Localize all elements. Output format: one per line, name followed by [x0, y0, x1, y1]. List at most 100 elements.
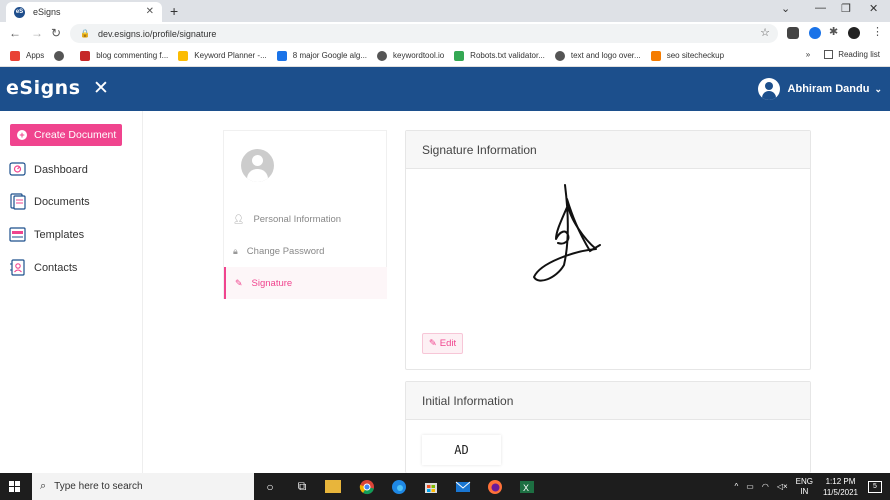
bookmark-apps[interactable]: Apps	[10, 50, 44, 61]
close-menu-icon[interactable]: ✕	[93, 77, 109, 100]
profile-menu-change-password[interactable]: 🔒︎ Change Password	[224, 235, 387, 267]
tab-title: eSigns	[33, 7, 61, 17]
bookmark-item[interactable]: Keyword Planner -...	[178, 50, 267, 61]
new-tab-icon[interactable]: +	[170, 3, 178, 19]
browser-menu-icon[interactable]: ⋮	[872, 25, 884, 38]
app-header: eSigns ✕ Abhiram Dandu ⌄	[0, 67, 890, 111]
bookmark-item[interactable]: text and logo over...	[554, 50, 641, 61]
bookmark-item[interactable]: blog commenting f...	[80, 50, 169, 61]
back-icon[interactable]: ←	[9, 26, 21, 40]
extension-seo-icon[interactable]	[809, 27, 821, 39]
user-avatar-icon	[757, 78, 780, 100]
mail-icon[interactable]	[453, 477, 473, 496]
more-bookmarks-chevron[interactable]: »	[806, 50, 810, 59]
firefox-icon[interactable]	[485, 477, 505, 496]
profile-avatar-icon[interactable]	[848, 27, 860, 39]
signature-card: Signature Information ✎ Edit	[405, 130, 811, 370]
cortana-icon[interactable]: ○	[260, 477, 280, 496]
documents-icon	[10, 193, 26, 210]
search-icon: ⌕	[40, 480, 47, 492]
bookmark-label: Keyword Planner -...	[194, 51, 267, 60]
excel-icon[interactable]: X	[517, 477, 537, 496]
apps-grid-icon	[10, 50, 20, 61]
minimize-icon[interactable]: —	[815, 2, 826, 14]
battery-icon[interactable]: ▭	[746, 482, 754, 491]
dashboard-icon	[9, 162, 26, 176]
bookmark-item[interactable]	[54, 50, 70, 61]
browser-tab[interactable]: eS eSigns ✕	[6, 2, 162, 22]
bookmark-label: blog commenting f...	[96, 51, 169, 60]
sidebar-item-documents[interactable]: Documents	[9, 193, 90, 210]
edit-signature-button[interactable]: ✎ Edit	[422, 333, 463, 354]
google-ads-icon	[178, 50, 189, 61]
sidebar-item-templates[interactable]: Templates	[9, 226, 84, 243]
chrome-icon[interactable]	[357, 477, 377, 496]
tab-search-chevron-icon[interactable]: ⌄	[781, 2, 790, 15]
sidebar: + Create Document Dashboard Documents Te…	[0, 111, 143, 473]
globe-icon	[554, 50, 565, 61]
profile-menu-signature[interactable]: ✎ Signature	[224, 267, 387, 299]
restore-icon[interactable]: ❐	[841, 2, 851, 15]
signature-card-title: Signature Information	[406, 131, 810, 169]
esigns-logo[interactable]: eSigns	[6, 77, 81, 99]
globe-icon	[54, 50, 65, 61]
profile-menu-card: 👤︎ Personal Information 🔒︎ Change Passwo…	[223, 130, 387, 299]
create-document-button[interactable]: + Create Document	[10, 124, 122, 146]
pen-icon: ✎	[235, 277, 243, 288]
tray-chevron-up-icon[interactable]: ^	[735, 482, 739, 491]
browser-tab-strip: eS eSigns ✕ + ⌄ — ❐ ✕	[0, 0, 890, 22]
taskbar-search[interactable]: ⌕ Type here to search	[32, 473, 254, 500]
bookmark-star-icon[interactable]: ☆	[760, 26, 770, 39]
volume-icon[interactable]: ◁×	[777, 482, 788, 491]
bookmark-label: Robots.txt validator...	[470, 51, 545, 60]
edit-label: Edit	[439, 338, 457, 349]
bookmarks-bar: Apps blog commenting f... Keyword Planne…	[0, 45, 890, 67]
bookmark-item[interactable]: 8 major Google alg...	[276, 50, 368, 61]
sidebar-item-contacts[interactable]: Contacts	[9, 259, 77, 276]
file-explorer-icon[interactable]	[325, 480, 341, 493]
clock-time: 1:12 PM	[825, 476, 856, 486]
address-bar-row: ← → ↻ 🔒 dev.esigns.io/profile/signature …	[0, 22, 890, 45]
templates-icon	[9, 227, 26, 242]
notification-icon[interactable]: 5	[868, 480, 882, 493]
extensions-puzzle-icon[interactable]: ✱	[829, 25, 841, 38]
edge-icon[interactable]	[389, 477, 409, 496]
reading-list-icon	[824, 50, 834, 59]
close-window-icon[interactable]: ✕	[869, 2, 878, 15]
signature-image	[533, 184, 601, 282]
store-icon[interactable]	[421, 477, 441, 496]
windows-start-icon[interactable]	[9, 481, 20, 492]
chevron-down-icon: ⌄	[874, 83, 882, 94]
svg-text:X: X	[523, 483, 529, 493]
main-content: 👤︎ Personal Information 🔒︎ Change Passwo…	[143, 111, 890, 473]
profile-avatar-icon	[241, 149, 274, 182]
bookmark-label: keywordtool.io	[393, 51, 445, 60]
reading-list-label[interactable]: Reading list	[838, 50, 880, 59]
taskbar-search-placeholder: Type here to search	[54, 481, 143, 492]
task-view-icon[interactable]: ⧉	[292, 477, 312, 496]
windows-taskbar: ⌕ Type here to search ○ ⧉ X ^ ▭ ◠ ◁× ENG…	[0, 473, 890, 500]
bookmark-item[interactable]: keywordtool.io	[377, 50, 445, 61]
user-menu[interactable]: Abhiram Dandu ⌄	[757, 78, 882, 100]
profile-menu-personal-information[interactable]: 👤︎ Personal Information	[224, 203, 387, 235]
bookmark-label: 8 major Google alg...	[292, 51, 368, 60]
bookmark-item[interactable]: Robots.txt validator...	[454, 50, 545, 61]
sidebar-item-label: Contacts	[34, 261, 78, 274]
forward-icon[interactable]: →	[31, 26, 43, 40]
tab-close-icon[interactable]: ✕	[146, 6, 154, 17]
reload-icon[interactable]: ↻	[51, 26, 61, 40]
url-field[interactable]: 🔒 dev.esigns.io/profile/signature ☆	[70, 24, 778, 43]
clock[interactable]: 1:12 PM 11/5/2021	[823, 476, 858, 498]
language-code: ENG	[795, 476, 813, 486]
bookmark-label: text and logo over...	[570, 51, 641, 60]
extension-monitor-icon[interactable]	[787, 27, 799, 39]
sidebar-item-label: Documents	[34, 195, 90, 208]
language-indicator[interactable]: ENG IN	[796, 477, 813, 497]
user-icon: 👤︎	[233, 213, 245, 224]
profile-menu-label: Personal Information	[253, 213, 342, 225]
network-icon[interactable]: ◠	[762, 482, 769, 491]
sidebar-item-dashboard[interactable]: Dashboard	[9, 161, 88, 178]
lock-icon: 🔒	[80, 29, 90, 38]
bookmark-item[interactable]: seo sitecheckup	[650, 50, 724, 61]
profile-menu-label: Signature	[251, 277, 293, 289]
